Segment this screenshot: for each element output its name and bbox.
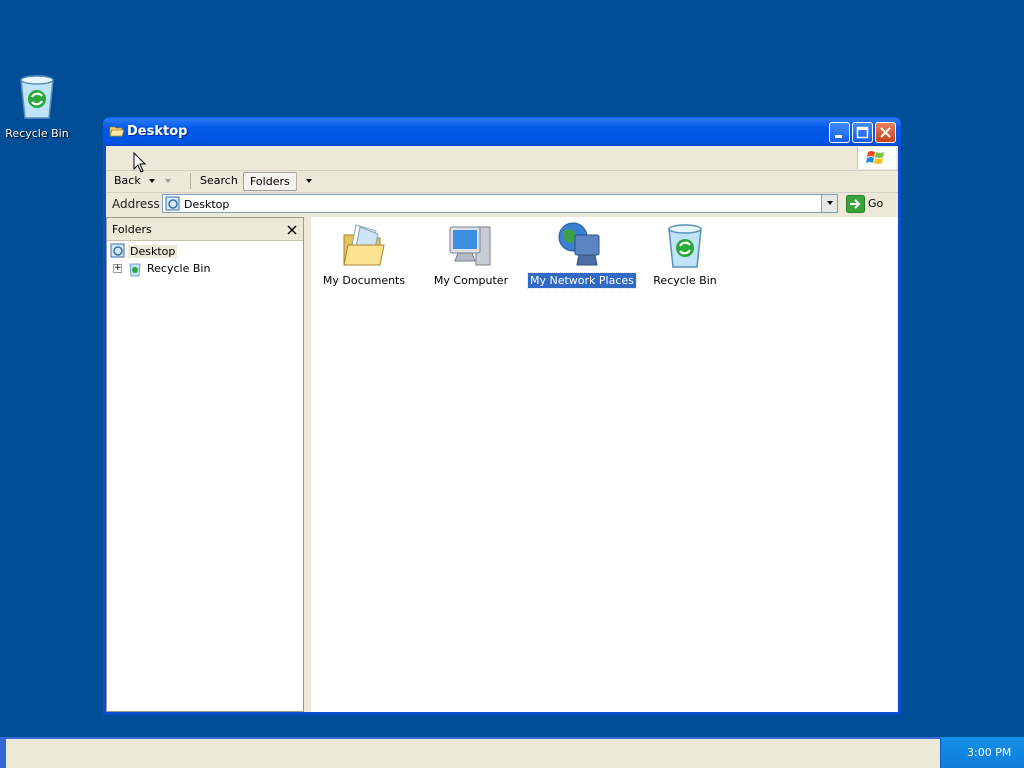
- toolbar-separator: [190, 173, 191, 189]
- item-recycle-bin[interactable]: Recycle Bin: [635, 221, 735, 288]
- menu-bar: [106, 146, 898, 171]
- recycle-bin-icon: [668, 224, 702, 268]
- my-network-places-icon: [558, 222, 600, 266]
- tree-item-desktop[interactable]: Desktop: [110, 243, 178, 261]
- content-pane: My Documents My Computer My Network Plac…: [307, 217, 898, 712]
- search-label: Search: [200, 174, 238, 187]
- windows-logo-box: [857, 147, 896, 169]
- desktop-icon-recycle-bin[interactable]: Recycle Bin: [4, 72, 70, 140]
- address-input[interactable]: Desktop: [162, 194, 838, 213]
- desktop-icon: [165, 196, 180, 211]
- minimize-button[interactable]: [829, 122, 850, 143]
- close-icon: [880, 127, 891, 138]
- item-label: My Documents: [322, 274, 406, 287]
- item-my-documents[interactable]: My Documents: [314, 221, 414, 288]
- address-label: Address: [112, 197, 160, 211]
- maximize-button[interactable]: [852, 122, 873, 143]
- folders-button[interactable]: Folders: [243, 172, 297, 191]
- go-arrow-icon: [846, 195, 865, 213]
- toolbar-separator: [296, 173, 297, 189]
- window-body: Back Search Folders Address Desktop Go F…: [106, 146, 898, 712]
- desktop-icon: [110, 243, 125, 258]
- address-bar: Address Desktop Go: [106, 193, 898, 216]
- explorer-window: Desktop Back Search Folders Address Desk…: [103, 117, 901, 715]
- mouse-cursor-icon: [133, 152, 147, 173]
- dropdown-arrow-icon: [165, 179, 171, 183]
- tree-item-label: Desktop: [128, 245, 178, 258]
- folders-pane: Folders Desktop + Recycle Bin: [106, 217, 304, 712]
- chevron-down-icon: [826, 201, 833, 205]
- address-dropdown-button[interactable]: [821, 195, 837, 212]
- close-icon: [287, 225, 297, 235]
- recycle-bin-icon: [129, 263, 141, 277]
- taskbar-task-area[interactable]: [6, 739, 940, 768]
- dropdown-arrow-icon: [149, 179, 156, 183]
- item-label: My Network Places: [527, 272, 637, 289]
- toolbar: Back Search Folders: [106, 170, 898, 193]
- views-button[interactable]: [305, 174, 313, 187]
- item-label: My Computer: [433, 274, 509, 287]
- recycle-bin-icon: [20, 75, 54, 119]
- folder-open-icon: [109, 126, 125, 137]
- close-button[interactable]: [875, 122, 896, 143]
- address-value: Desktop: [184, 198, 230, 211]
- system-tray: 3:00 PM: [940, 737, 1024, 768]
- title-bar[interactable]: Desktop: [103, 117, 901, 146]
- forward-button[interactable]: [164, 174, 172, 187]
- item-my-computer[interactable]: My Computer: [421, 221, 521, 288]
- clock[interactable]: 3:00 PM: [967, 746, 1011, 759]
- folders-pane-title: Folders: [112, 223, 152, 236]
- maximize-icon: [856, 126, 869, 139]
- go-button[interactable]: Go: [846, 195, 883, 216]
- folders-pane-header: Folders: [107, 218, 303, 241]
- folders-label: Folders: [250, 175, 290, 188]
- back-button[interactable]: Back: [114, 174, 156, 187]
- item-my-network-places[interactable]: My Network Places: [527, 221, 637, 289]
- dropdown-arrow-icon: [306, 179, 312, 183]
- my-computer-icon: [449, 226, 491, 266]
- search-button[interactable]: Search: [200, 174, 238, 187]
- desktop-icon-label: Recycle Bin: [5, 127, 69, 140]
- taskbar: 3:00 PM: [0, 737, 1024, 768]
- folders-pane-close-button[interactable]: [287, 220, 297, 239]
- my-documents-icon: [343, 224, 385, 266]
- item-label: Recycle Bin: [653, 274, 717, 287]
- tree-item-label: Recycle Bin: [147, 262, 211, 275]
- minimize-icon: [835, 135, 842, 138]
- window-title: Desktop: [127, 124, 188, 139]
- back-label: Back: [114, 174, 141, 187]
- windows-logo-icon: [866, 151, 884, 164]
- go-label: Go: [868, 197, 884, 210]
- tree-expander[interactable]: +: [113, 264, 122, 273]
